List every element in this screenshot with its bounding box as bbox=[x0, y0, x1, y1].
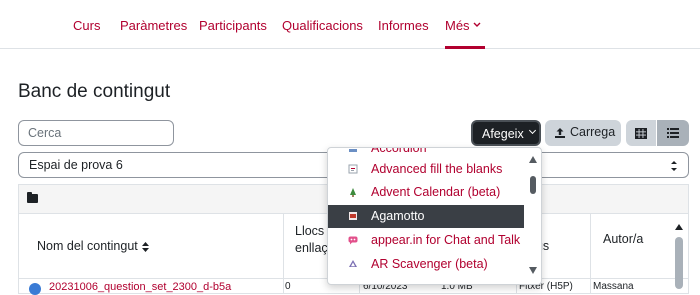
fill-blanks-icon bbox=[348, 164, 358, 174]
column-divider bbox=[590, 213, 591, 293]
column-divider bbox=[283, 213, 284, 293]
scroll-up-icon[interactable] bbox=[675, 224, 683, 230]
dropdown-scrollbar[interactable] bbox=[528, 148, 538, 284]
tab-parametres[interactable]: Paràmetres bbox=[120, 18, 187, 33]
menu-item-label: Accordion bbox=[371, 147, 427, 155]
tab-informes[interactable]: Informes bbox=[378, 18, 429, 33]
uses-value: 0 bbox=[285, 281, 291, 292]
tab-mes-label: Més bbox=[445, 18, 470, 33]
column-header-name[interactable]: Nom del contingut bbox=[37, 239, 149, 253]
sort-icon bbox=[141, 241, 149, 252]
add-content-dropdown: Accordion Advanced fill the blanks Adven… bbox=[327, 147, 542, 285]
page-title: Banc de contingut bbox=[18, 81, 171, 102]
upload-button[interactable]: Carrega bbox=[545, 120, 621, 146]
chevron-down-icon bbox=[473, 22, 481, 27]
menu-item-label: appear.in for Chat and Talk bbox=[371, 233, 521, 247]
select-arrows-icon bbox=[671, 161, 677, 171]
author-value: Massana bbox=[593, 281, 634, 292]
content-link[interactable]: 20231006_question_set_2300_d-b5a bbox=[49, 281, 231, 293]
menu-item-appear-in[interactable]: appear.in for Chat and Talk bbox=[328, 229, 524, 252]
scrollbar-thumb[interactable] bbox=[675, 237, 683, 289]
menu-item-advanced-fill-blanks[interactable]: Advanced fill the blanks bbox=[328, 158, 524, 181]
menu-item-label: Advent Calendar (beta) bbox=[371, 185, 501, 199]
tab-participants[interactable]: Participants bbox=[199, 18, 267, 33]
column-header-name-label: Nom del contingut bbox=[37, 239, 138, 253]
menu-item-label: Agamotto bbox=[371, 209, 425, 223]
grid-icon bbox=[635, 128, 647, 139]
tab-mes[interactable]: Més bbox=[445, 18, 485, 49]
h5p-icon bbox=[29, 283, 41, 295]
folder-icon bbox=[27, 192, 38, 203]
context-select-value: Espai de prova 6 bbox=[29, 158, 123, 172]
agamotto-icon bbox=[349, 212, 357, 220]
menu-item-advent-calendar[interactable]: Advent Calendar (beta) bbox=[328, 181, 524, 204]
menu-item-label: AR Scavenger (beta) bbox=[371, 257, 488, 271]
tab-curs[interactable]: Curs bbox=[73, 18, 100, 33]
tab-qualificacions[interactable]: Qualificacions bbox=[282, 18, 363, 33]
list-icon bbox=[667, 128, 679, 138]
add-button-label: Afegeix bbox=[482, 127, 524, 141]
accordion-icon bbox=[349, 149, 357, 152]
secondary-navigation: Curs Paràmetres Participants Qualificaci… bbox=[0, 0, 700, 49]
chat-icon bbox=[348, 236, 358, 245]
column-header-author[interactable]: Autor/a bbox=[603, 232, 643, 246]
add-button[interactable]: Afegeix bbox=[471, 120, 541, 146]
upload-button-label: Carrega bbox=[570, 125, 616, 139]
search-input[interactable]: Cerca bbox=[18, 120, 174, 146]
menu-item-ar-scavenger[interactable]: AR Scavenger (beta) bbox=[328, 253, 524, 276]
chevron-down-icon bbox=[528, 126, 537, 135]
menu-item-agamotto[interactable]: Agamotto bbox=[328, 205, 524, 228]
grid-view-button[interactable] bbox=[626, 120, 656, 146]
menu-item-label: Advanced fill the blanks bbox=[371, 162, 503, 176]
advent-tree-icon bbox=[350, 188, 356, 197]
upload-icon bbox=[555, 128, 565, 138]
ar-scavenger-icon bbox=[349, 260, 357, 267]
list-view-button[interactable] bbox=[657, 120, 689, 146]
